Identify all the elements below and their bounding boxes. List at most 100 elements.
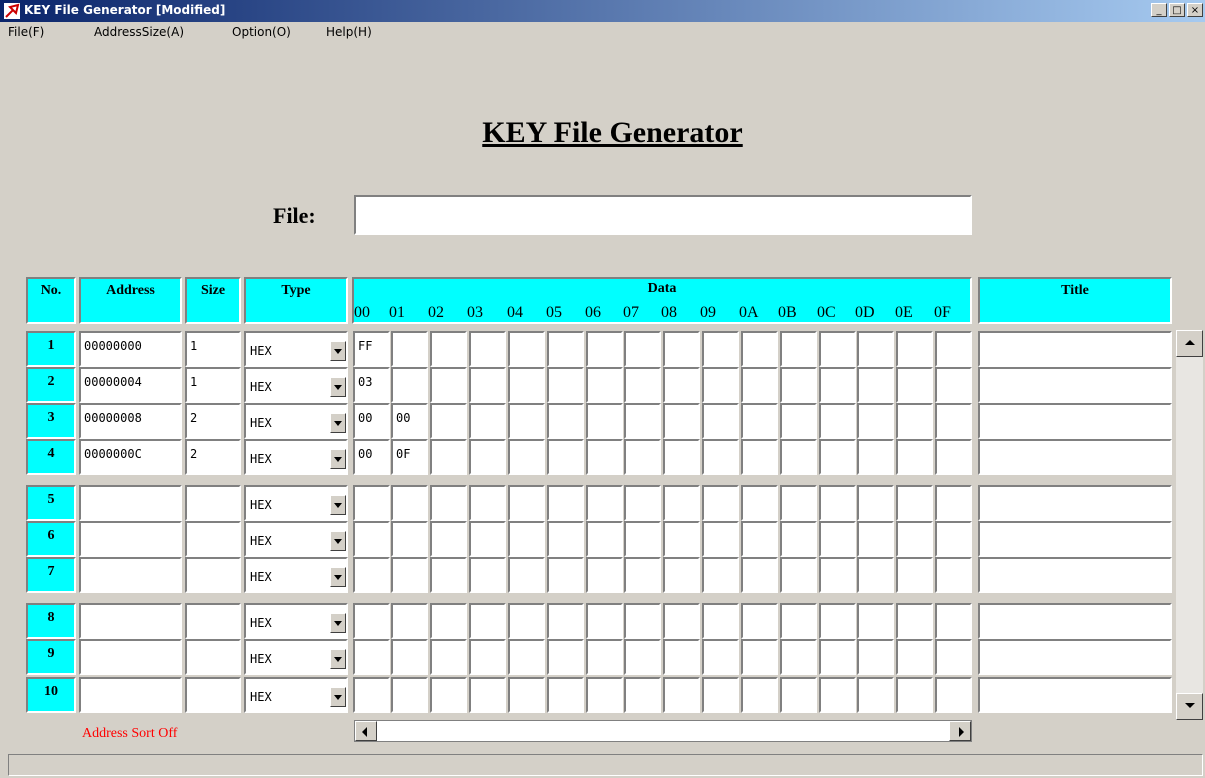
type-select[interactable]: HEX [244, 639, 348, 675]
data-byte-cell[interactable] [780, 331, 817, 367]
title-input[interactable] [978, 403, 1172, 439]
data-byte-cell[interactable] [430, 439, 467, 475]
data-byte-cell[interactable] [702, 367, 739, 403]
data-byte-cell[interactable] [547, 485, 584, 521]
data-byte-cell[interactable] [430, 403, 467, 439]
menu-address-size[interactable]: AddressSize(A) [94, 25, 184, 39]
data-byte-cell[interactable] [430, 521, 467, 557]
data-byte-cell[interactable] [702, 403, 739, 439]
data-byte-cell[interactable] [624, 677, 661, 713]
data-byte-cell[interactable] [780, 603, 817, 639]
data-byte-cell[interactable] [508, 639, 545, 675]
file-path-input[interactable] [354, 195, 972, 235]
data-byte-cell[interactable] [430, 677, 467, 713]
data-byte-cell[interactable] [663, 603, 700, 639]
scroll-left-button[interactable] [355, 721, 377, 741]
data-byte-cell[interactable] [857, 485, 894, 521]
data-byte-cell[interactable] [624, 557, 661, 593]
chevron-down-icon[interactable] [330, 495, 346, 515]
data-byte-cell[interactable] [469, 557, 506, 593]
data-byte-cell[interactable] [547, 603, 584, 639]
data-byte-cell[interactable] [353, 521, 390, 557]
size-input[interactable]: 2 [185, 403, 241, 439]
data-byte-cell[interactable] [586, 485, 623, 521]
data-byte-cell[interactable] [353, 677, 390, 713]
data-byte-cell[interactable] [663, 485, 700, 521]
data-byte-cell[interactable] [663, 677, 700, 713]
data-byte-cell[interactable] [624, 403, 661, 439]
minimize-button[interactable]: _ [1151, 3, 1167, 17]
data-byte-cell[interactable] [547, 367, 584, 403]
chevron-down-icon[interactable] [330, 341, 346, 361]
data-byte-cell[interactable] [896, 603, 933, 639]
data-byte-cell[interactable] [896, 521, 933, 557]
data-byte-cell[interactable] [896, 485, 933, 521]
address-input[interactable] [79, 557, 182, 593]
data-byte-cell[interactable] [819, 521, 856, 557]
data-byte-cell[interactable] [857, 639, 894, 675]
data-byte-cell[interactable] [819, 367, 856, 403]
data-byte-cell[interactable] [857, 403, 894, 439]
data-byte-cell[interactable] [547, 557, 584, 593]
size-input[interactable]: 1 [185, 331, 241, 367]
data-byte-cell[interactable] [896, 439, 933, 475]
chevron-down-icon[interactable] [330, 649, 346, 669]
data-byte-cell[interactable] [391, 603, 428, 639]
data-byte-cell[interactable] [586, 521, 623, 557]
data-byte-cell[interactable] [508, 485, 545, 521]
size-input[interactable]: 1 [185, 367, 241, 403]
data-byte-cell[interactable] [663, 521, 700, 557]
chevron-down-icon[interactable] [330, 449, 346, 469]
data-byte-cell[interactable] [508, 603, 545, 639]
data-byte-cell[interactable] [624, 521, 661, 557]
data-byte-cell[interactable] [391, 485, 428, 521]
data-byte-cell[interactable] [391, 367, 428, 403]
address-input[interactable] [79, 603, 182, 639]
data-byte-cell[interactable]: 03 [353, 367, 390, 403]
data-byte-cell[interactable] [547, 403, 584, 439]
data-byte-cell[interactable] [857, 367, 894, 403]
data-byte-cell[interactable] [430, 485, 467, 521]
data-byte-cell[interactable] [935, 603, 972, 639]
data-byte-cell[interactable] [469, 639, 506, 675]
data-byte-cell[interactable] [935, 485, 972, 521]
data-byte-cell[interactable] [896, 639, 933, 675]
size-input[interactable] [185, 677, 241, 713]
data-byte-cell[interactable] [547, 639, 584, 675]
data-byte-cell[interactable]: 0F [391, 439, 428, 475]
data-byte-cell[interactable] [391, 521, 428, 557]
data-byte-cell[interactable] [857, 677, 894, 713]
data-byte-cell[interactable] [780, 403, 817, 439]
data-byte-cell[interactable] [702, 439, 739, 475]
data-byte-cell[interactable] [353, 639, 390, 675]
data-byte-cell[interactable] [547, 331, 584, 367]
data-byte-cell[interactable] [741, 603, 778, 639]
data-byte-cell[interactable] [663, 439, 700, 475]
type-select[interactable]: HEX [244, 403, 348, 439]
data-byte-cell[interactable] [430, 603, 467, 639]
size-input[interactable] [185, 485, 241, 521]
type-select[interactable]: HEX [244, 521, 348, 557]
data-byte-cell[interactable] [935, 331, 972, 367]
data-byte-cell[interactable] [663, 403, 700, 439]
title-input[interactable] [978, 331, 1172, 367]
chevron-down-icon[interactable] [330, 413, 346, 433]
data-byte-cell[interactable] [857, 439, 894, 475]
vertical-scrollbar[interactable] [1176, 330, 1203, 720]
type-select[interactable]: HEX [244, 677, 348, 713]
data-byte-cell[interactable] [430, 557, 467, 593]
data-byte-cell[interactable] [663, 367, 700, 403]
data-byte-cell[interactable] [586, 403, 623, 439]
data-byte-cell[interactable] [741, 439, 778, 475]
address-input[interactable]: 00000004 [79, 367, 182, 403]
data-byte-cell[interactable] [586, 439, 623, 475]
data-byte-cell[interactable] [935, 521, 972, 557]
type-select[interactable]: HEX [244, 439, 348, 475]
data-byte-cell[interactable] [391, 331, 428, 367]
data-byte-cell[interactable] [353, 557, 390, 593]
title-input[interactable] [978, 639, 1172, 675]
data-byte-cell[interactable] [857, 557, 894, 593]
data-byte-cell[interactable] [508, 331, 545, 367]
data-byte-cell[interactable] [741, 331, 778, 367]
size-input[interactable]: 2 [185, 439, 241, 475]
